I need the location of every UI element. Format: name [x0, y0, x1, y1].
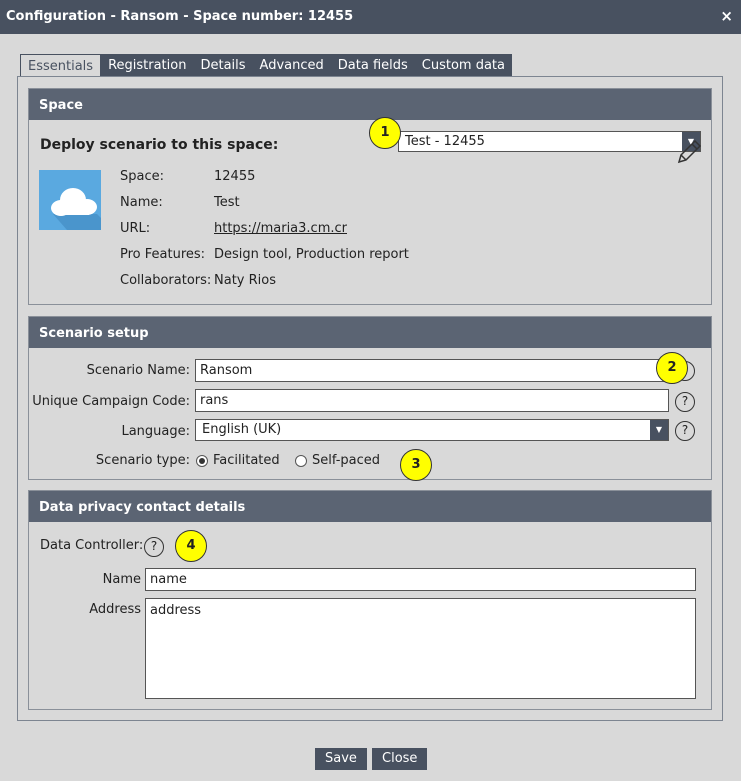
privacy-section-heading: Data privacy contact details: [29, 491, 711, 522]
cloud-icon: [39, 170, 101, 230]
space-name-label: Name:: [120, 195, 163, 210]
campaign-code-label: Unique Campaign Code:: [32, 394, 190, 409]
campaign-code-value: rans: [200, 393, 229, 408]
window-title: Configuration - Ransom - Space number: 1…: [6, 9, 354, 24]
language-select[interactable]: English (UK) ▼: [195, 419, 669, 441]
tab-details[interactable]: Details: [193, 54, 252, 76]
scenario-section-heading: Scenario setup: [29, 317, 711, 348]
tab-custom-data[interactable]: Custom data: [415, 54, 512, 76]
pro-features-label: Pro Features:: [120, 247, 206, 262]
save-button[interactable]: Save: [315, 748, 367, 770]
self-paced-label[interactable]: Self-paced: [312, 453, 380, 468]
space-url-link[interactable]: https://maria3.cm.cr: [214, 221, 347, 236]
scenario-section: Scenario setup Scenario Name: Ransom ? U…: [28, 316, 712, 480]
callout-marker-2: 2: [656, 352, 688, 384]
deploy-space-value: Test - 12455: [405, 134, 485, 149]
space-number-value: 12455: [214, 169, 256, 184]
space-url-label: URL:: [120, 221, 151, 236]
deploy-label: Deploy scenario to this space:: [40, 137, 279, 153]
language-help-icon[interactable]: ?: [675, 421, 695, 441]
controller-name-label: Name: [102, 572, 141, 587]
pencil-icon[interactable]: [675, 138, 703, 166]
scenario-name-input[interactable]: Ransom: [195, 359, 669, 382]
window-titlebar: Configuration - Ransom - Space number: 1…: [0, 0, 741, 34]
facilitated-label[interactable]: Facilitated: [213, 453, 280, 468]
facilitated-radio[interactable]: [196, 455, 208, 467]
privacy-section: Data privacy contact details Data Contro…: [28, 490, 712, 710]
campaign-code-help-icon[interactable]: ?: [675, 392, 695, 412]
chevron-down-icon[interactable]: ▼: [650, 420, 668, 440]
space-section: Space Deploy scenario to this space: Tes…: [28, 88, 712, 305]
language-label: Language:: [121, 424, 190, 439]
pro-features-value: Design tool, Production report: [214, 247, 409, 262]
tab-advanced[interactable]: Advanced: [253, 54, 331, 76]
data-controller-label: Data Controller:: [40, 538, 144, 553]
campaign-code-input[interactable]: rans: [195, 389, 669, 412]
tab-bar: Essentials Registration Details Advanced…: [20, 54, 512, 77]
language-value: English (UK): [202, 422, 282, 437]
controller-address-textarea[interactable]: address: [145, 598, 696, 699]
collaborators-value: Naty Rios: [214, 273, 276, 288]
scenario-name-label: Scenario Name:: [86, 363, 190, 378]
deploy-space-select[interactable]: Test - 12455 ▼: [398, 131, 701, 152]
scenario-name-value: Ransom: [200, 363, 253, 378]
space-name-value: Test: [214, 195, 240, 210]
callout-marker-4: 4: [175, 530, 207, 562]
controller-address-label: Address: [89, 602, 141, 617]
self-paced-radio[interactable]: [295, 455, 307, 467]
tab-essentials[interactable]: Essentials: [20, 54, 102, 77]
space-number-label: Space:: [120, 169, 164, 184]
space-section-heading: Space: [29, 89, 711, 120]
callout-marker-3: 3: [400, 449, 432, 481]
controller-address-value: address: [150, 603, 202, 618]
close-button[interactable]: Close: [372, 748, 428, 770]
tab-data-fields[interactable]: Data fields: [331, 54, 415, 76]
close-icon[interactable]: ×: [720, 7, 733, 25]
collaborators-label: Collaborators:: [120, 273, 212, 288]
tab-registration[interactable]: Registration: [101, 54, 193, 76]
controller-name-input[interactable]: name: [145, 568, 696, 591]
scenario-type-label: Scenario type:: [95, 453, 190, 468]
callout-marker-1: 1: [369, 117, 401, 149]
controller-name-value: name: [150, 572, 187, 587]
data-controller-help-icon[interactable]: ?: [144, 537, 164, 557]
